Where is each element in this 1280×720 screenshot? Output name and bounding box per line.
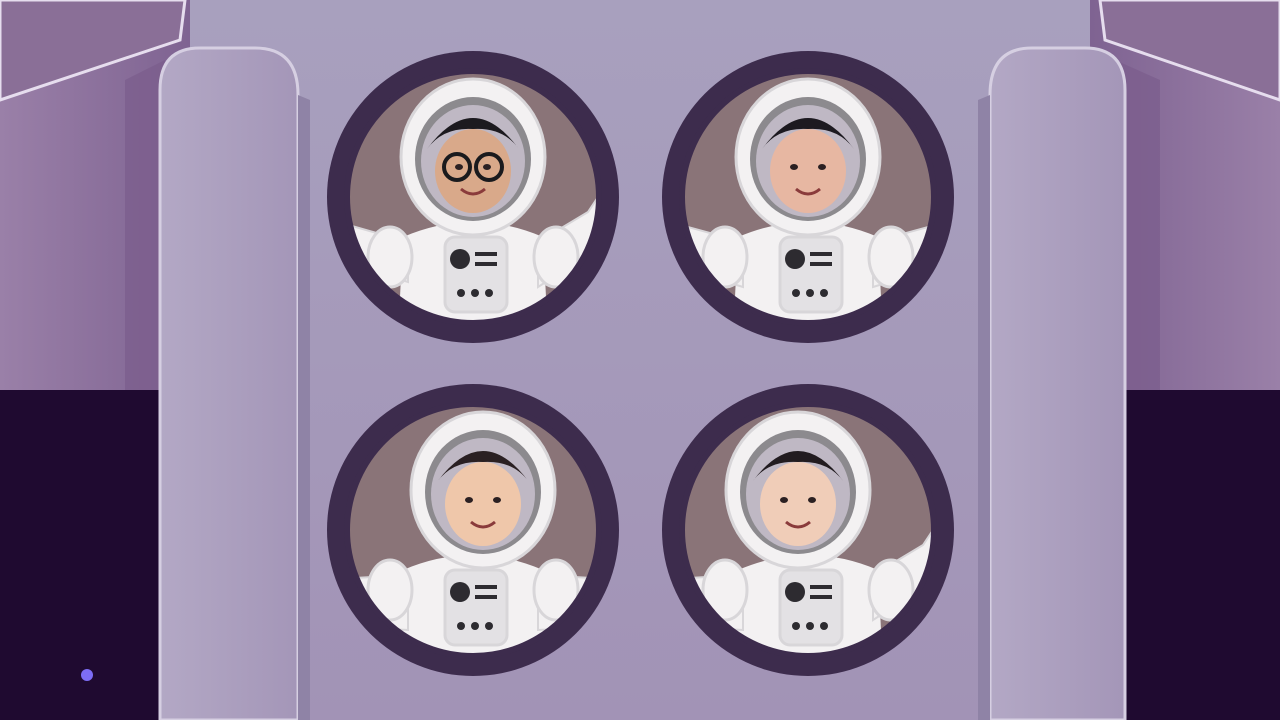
- eye: [790, 164, 798, 170]
- chest-panel: [443, 235, 509, 314]
- chest-panel: [778, 235, 844, 314]
- eye: [493, 497, 501, 503]
- chest-line: [475, 252, 497, 256]
- chest-button-icon: [485, 289, 493, 297]
- right-door-panel: [988, 46, 1127, 720]
- chest-button-icon: [457, 289, 465, 297]
- chest-button-icon: [457, 622, 465, 630]
- eye: [465, 497, 473, 503]
- eye: [780, 497, 788, 503]
- eye: [808, 497, 816, 503]
- chest-panel: [778, 568, 844, 647]
- chest-line: [810, 585, 832, 589]
- chest-line: [810, 595, 832, 599]
- chest-button-icon: [471, 622, 479, 630]
- chest-button-icon: [792, 289, 800, 297]
- chest-line: [475, 595, 497, 599]
- face: [760, 462, 836, 546]
- chest-dial-icon: [450, 249, 470, 269]
- chest-button-icon: [820, 622, 828, 630]
- chest-button-icon: [806, 289, 814, 297]
- eye: [455, 164, 463, 170]
- chest-line: [810, 252, 832, 256]
- chest-panel: [443, 568, 509, 647]
- right-door-shadow: [978, 95, 990, 720]
- chest-dial-icon: [785, 249, 805, 269]
- chest-dial-icon: [785, 582, 805, 602]
- chest-line: [475, 262, 497, 266]
- face: [445, 462, 521, 546]
- eye: [818, 164, 826, 170]
- left-door-shadow: [298, 95, 310, 720]
- spaceship-scene: [0, 0, 1280, 720]
- central-panel: [190, 0, 1090, 720]
- chest-dial-icon: [450, 582, 470, 602]
- chest-button-icon: [820, 289, 828, 297]
- chest-line: [810, 262, 832, 266]
- chest-line: [475, 585, 497, 589]
- eye: [483, 164, 491, 170]
- face: [770, 129, 846, 213]
- left-door-panel: [158, 46, 300, 720]
- star: [81, 669, 93, 681]
- chest-button-icon: [471, 289, 479, 297]
- chest-button-icon: [485, 622, 493, 630]
- chest-button-icon: [792, 622, 800, 630]
- chest-button-icon: [806, 622, 814, 630]
